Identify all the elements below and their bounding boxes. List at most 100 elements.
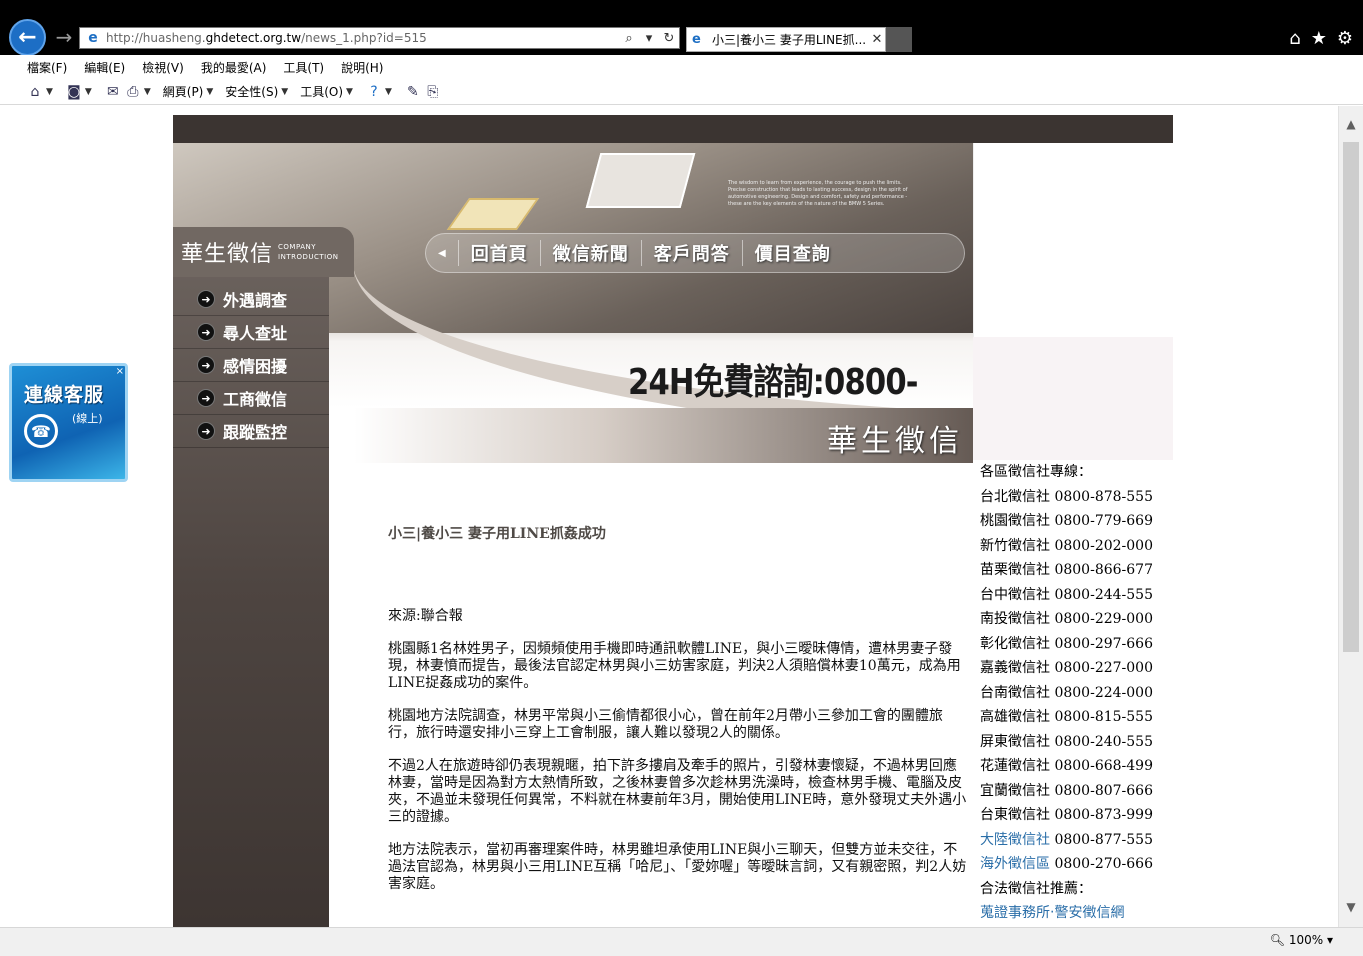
tools-menu-button[interactable]: 工具(O) <box>300 83 343 100</box>
scroll-up-icon[interactable]: ▲ <box>1339 114 1363 134</box>
branch-item: 台東徵信社 0800-873-999 <box>980 803 1180 828</box>
branch-phone: 0800-224-000 <box>1054 684 1153 701</box>
mail-icon[interactable]: ✉ <box>104 83 122 101</box>
sidebar-item-surveillance[interactable]: ➜ 跟蹤監控 <box>173 415 329 448</box>
branch-item: 台中徵信社 0800-244-555 <box>980 583 1180 608</box>
vertical-scrollbar[interactable]: ▲ ▼ <box>1338 106 1363 927</box>
branch-phone: 0800-815-555 <box>1054 709 1153 725</box>
sidebar-item-locate[interactable]: ➜ 尋人查址 <box>173 316 329 349</box>
menu-view[interactable]: 檢視(V) <box>142 59 184 76</box>
branch-name: 屏東徵信社 <box>980 733 1050 750</box>
refresh-icon[interactable]: ↻ <box>659 31 679 46</box>
chevron-down-icon[interactable]: ▼ <box>206 87 213 97</box>
feeds-icon[interactable]: ◙ <box>65 83 83 101</box>
logo-sub-line2: INTRODUCTION <box>278 253 339 261</box>
home-icon[interactable]: ⌂ <box>26 83 44 101</box>
chevron-down-icon[interactable]: ▼ <box>46 87 53 97</box>
article-paragraph: 不過2人在旅遊時卻仍表現親暱，拍下許多摟肩及牽手的照片，引發林妻懷疑，不過林男回… <box>388 758 967 825</box>
research-icon[interactable]: ✎ <box>404 83 422 101</box>
logo-text: 華生徵信 <box>181 242 274 267</box>
site-page: The wisdom to learn from experience, the… <box>173 115 1173 927</box>
branch-link-overseas[interactable]: 海外徵信區 <box>980 856 1050 872</box>
sidebar-item-affair[interactable]: ➜ 外遇調查 <box>173 283 329 316</box>
gear-icon[interactable]: ⚙ <box>1337 28 1353 49</box>
site-logo[interactable]: 華生徵信 COMPANY INTRODUCTION <box>173 227 354 277</box>
safety-menu-button[interactable]: 安全性(S) <box>225 83 278 100</box>
customer-service-widget[interactable]: × 連線客服 (線上) ☎ <box>9 363 128 482</box>
sidebar-item-business[interactable]: ➜ 工商徵信 <box>173 382 329 415</box>
branch-phone: 0800-270-666 <box>1054 856 1153 872</box>
branch-phone: 0800-244-555 <box>1054 586 1153 603</box>
dropdown-icon[interactable]: ▾ <box>639 31 659 46</box>
menu-tools[interactable]: 工具(T) <box>283 59 324 76</box>
back-button[interactable]: ← <box>9 19 46 56</box>
branch-item: 台北徵信社 0800-878-555 <box>980 485 1180 510</box>
branch-phone: 0800-878-555 <box>1054 488 1153 505</box>
branch-phone: 0800-668-499 <box>1054 758 1153 774</box>
branch-hotline-list: 各區徵信社專線： 台北徵信社 0800-878-555 桃園徵信社 0800-7… <box>980 460 1180 926</box>
sidebar-item-label: 尋人查址 <box>223 324 288 343</box>
menu-edit[interactable]: 編輯(E) <box>84 59 125 76</box>
sidebar-item-label: 跟蹤監控 <box>223 423 288 442</box>
recommend-heading: 合法徵信社推薦： <box>980 880 1092 897</box>
widget-title: 連線客服 <box>24 384 105 406</box>
sidebar-item-label: 感情困擾 <box>223 357 288 376</box>
nav-home[interactable]: 回首頁 <box>457 240 540 266</box>
chevron-down-icon[interactable]: ▼ <box>85 87 92 97</box>
menu-file[interactable]: 檔案(F) <box>27 59 67 76</box>
print-icon[interactable]: ⎙ <box>124 83 142 101</box>
url-domain: ghdetect.org.tw <box>205 31 302 45</box>
branch-item: 新竹徵信社 0800-202-000 <box>980 534 1180 559</box>
page-menu-button[interactable]: 網頁(P) <box>163 83 204 100</box>
branch-name: 新竹徵信社 <box>980 537 1050 554</box>
branch-name: 花蓮徵信社 <box>980 758 1050 774</box>
banner-caption: The wisdom to learn from experience, the… <box>728 180 908 207</box>
tab-close-icon[interactable]: ✕ <box>869 32 885 47</box>
help-icon[interactable]: ? <box>365 83 383 101</box>
branch-item: 嘉義徵信社 0800-227-000 <box>980 656 1180 681</box>
scroll-thumb[interactable] <box>1343 142 1359 652</box>
close-icon[interactable]: × <box>116 366 124 377</box>
search-icon[interactable]: ⌕ <box>619 31 639 46</box>
sidebar: 華生徵信 COMPANY INTRODUCTION ➜ 外遇調查 ➜ 尋人查址 ➜ 感情… <box>173 227 354 927</box>
chevron-down-icon[interactable]: ▼ <box>346 87 353 97</box>
nav-pricing[interactable]: 價目查詢 <box>741 240 843 266</box>
address-bar[interactable]: e http://huasheng.ghdetect.org.tw/news_1… <box>79 27 680 49</box>
browser-titlebar: ← → e http://huasheng.ghdetect.org.tw/ne… <box>0 0 1363 56</box>
zoom-icon: 🔍︎ <box>1269 933 1285 947</box>
article-source: 來源:聯合報 <box>388 608 463 624</box>
menu-help[interactable]: 說明(H) <box>341 59 383 76</box>
logo-sub-line1: COMPANY <box>278 243 317 251</box>
menu-favorites[interactable]: 我的最愛(A) <box>201 59 267 76</box>
sidebar-item-relationship[interactable]: ➜ 感情困擾 <box>173 349 329 382</box>
branch-phone: 0800-873-999 <box>1054 807 1153 823</box>
chevron-down-icon[interactable]: ▼ <box>281 87 288 97</box>
brand-name: 華生徵信 <box>827 424 963 459</box>
article-paragraph: 地方法院表示，當初再審理案件時，林男雖坦承使用LINE與小三聊天，但雙方並未交往… <box>388 842 967 892</box>
nav-news[interactable]: 徵信新聞 <box>539 240 641 266</box>
browser-tab[interactable]: e 小三|養小三 妻子用LINE抓... ✕ <box>686 27 886 52</box>
favorites-star-icon[interactable]: ★ <box>1311 28 1327 49</box>
url-prefix: http://huasheng. <box>106 31 206 45</box>
url-text[interactable]: http://huasheng.ghdetect.org.tw/news_1.p… <box>106 31 619 45</box>
recommend-link[interactable]: 蒐證事務所‧警安徵信網 <box>980 901 1180 926</box>
nav-faq[interactable]: 客戶問答 <box>640 240 742 266</box>
branch-phone: 0800-229-000 <box>1054 611 1153 627</box>
chevron-down-icon[interactable]: ▼ <box>144 87 151 97</box>
branch-item: 桃園徵信社 0800-779-669 <box>980 509 1180 534</box>
home-icon[interactable]: ⌂ <box>1289 28 1300 49</box>
menu-bar: 檔案(F) 編輯(E) 檢視(V) 我的最愛(A) 工具(T) 說明(H) <box>0 55 1363 79</box>
tab-title: 小三|養小三 妻子用LINE抓... <box>712 33 867 47</box>
scroll-down-icon[interactable]: ▼ <box>1339 897 1363 917</box>
main-nav: ◀ 回首頁 徵信新聞 客戶問答 價目查詢 <box>425 233 965 273</box>
arrow-right-icon: ➜ <box>197 389 215 407</box>
new-tab-button[interactable] <box>886 27 912 52</box>
branch-name: 苗栗徵信社 <box>980 562 1050 578</box>
forward-button[interactable]: → <box>52 24 76 50</box>
chevron-down-icon[interactable]: ▼ <box>385 87 392 97</box>
page-viewport: The wisdom to learn from experience, the… <box>0 106 1338 927</box>
branch-link-mainland[interactable]: 大陸徵信社 <box>980 832 1050 848</box>
zoom-control[interactable]: 🔍︎ 100% ▾ <box>1270 933 1333 947</box>
article-paragraph: 桃園縣1名林姓男子，因頻頻使用手機即時通訊軟體LINE，與小三曖昧傳情，遭林男妻… <box>388 641 961 691</box>
translate-icon[interactable]: ⎘ <box>424 83 442 101</box>
